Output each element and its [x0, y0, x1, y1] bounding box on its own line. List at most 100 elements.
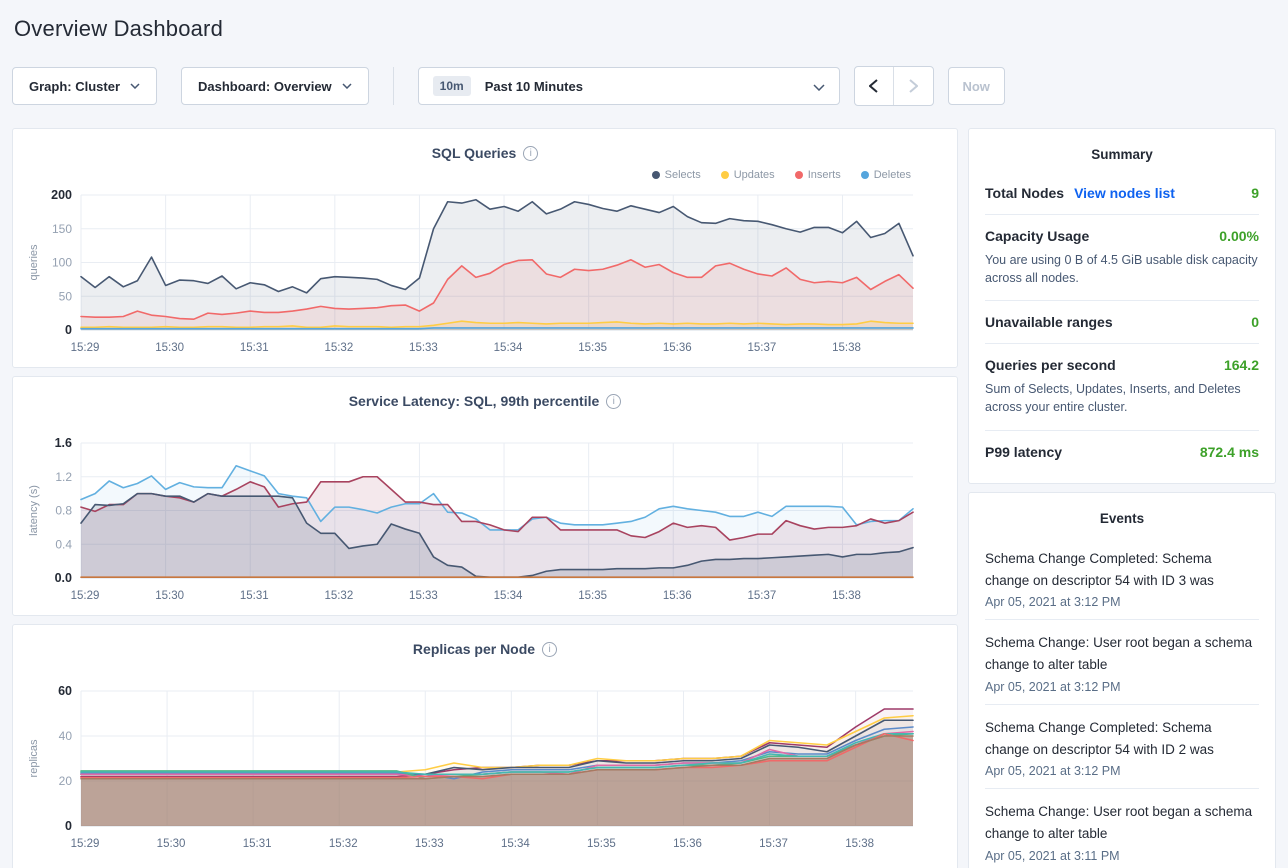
svg-text:15:34: 15:34	[501, 838, 530, 850]
event-item: Schema Change Completed: Schema change o…	[985, 536, 1259, 620]
dashboard-dropdown-label: Dashboard: Overview	[198, 79, 332, 94]
legend-item[interactable]: Selects	[652, 169, 701, 181]
event-timestamp: Apr 05, 2021 at 3:12 PM	[985, 764, 1259, 778]
chevron-down-icon	[130, 83, 140, 89]
svg-text:15:35: 15:35	[578, 590, 607, 602]
svg-text:15:32: 15:32	[324, 342, 353, 354]
legend-dot-icon	[795, 171, 803, 179]
svg-text:15:36: 15:36	[673, 838, 702, 850]
legend-label: Updates	[734, 169, 775, 181]
chart-title: SQL Queries	[432, 145, 517, 161]
info-icon[interactable]: i	[523, 146, 538, 161]
summary-row-value: 164.2	[1224, 357, 1259, 373]
svg-text:15:31: 15:31	[243, 838, 272, 850]
chart-title: Replicas per Node	[413, 641, 535, 657]
overview-dashboard-page: Overview Dashboard Graph: Cluster Dashbo…	[0, 0, 1288, 868]
service-latency-plot[interactable]: 0.00.40.81.21.615:2915:3015:3115:3215:33…	[23, 433, 935, 611]
graph-dropdown-label: Graph: Cluster	[29, 79, 120, 94]
svg-text:15:36: 15:36	[663, 590, 692, 602]
svg-text:20: 20	[59, 774, 73, 788]
svg-text:150: 150	[52, 222, 72, 236]
svg-text:15:31: 15:31	[240, 590, 269, 602]
toolbar: Graph: Cluster Dashboard: Overview 10m P…	[12, 66, 1276, 106]
time-range-badge: 10m	[433, 76, 471, 96]
chevron-down-icon	[813, 84, 825, 91]
summary-row: P99 latency872.4 ms	[985, 430, 1259, 473]
now-button[interactable]: Now	[948, 67, 1005, 105]
svg-text:0: 0	[65, 819, 72, 833]
replicas-per-node-plot[interactable]: 020406015:2915:3015:3115:3215:3315:3415:…	[23, 681, 935, 859]
event-timestamp: Apr 05, 2021 at 3:12 PM	[985, 595, 1259, 609]
svg-text:latency (s): latency (s)	[28, 485, 40, 536]
legend-item[interactable]: Inserts	[795, 169, 841, 181]
svg-text:100: 100	[52, 256, 72, 270]
svg-text:15:34: 15:34	[494, 342, 523, 354]
info-icon[interactable]: i	[542, 642, 557, 657]
svg-text:15:35: 15:35	[578, 342, 607, 354]
legend-item[interactable]: Updates	[721, 169, 775, 181]
charts-column: SQL Queries i Selects Updates Inserts Delet…	[12, 128, 958, 868]
summary-row-value: 0	[1251, 314, 1259, 330]
page-title: Overview Dashboard	[14, 16, 1276, 42]
legend-dot-icon	[721, 171, 729, 179]
view-nodes-list-link[interactable]: View nodes list	[1074, 185, 1175, 201]
svg-text:15:38: 15:38	[832, 590, 861, 602]
summary-row-description: Sum of Selects, Updates, Inserts, and De…	[985, 380, 1259, 416]
svg-text:60: 60	[58, 684, 72, 698]
summary-row-label: Queries per second	[985, 357, 1116, 373]
time-step-buttons	[854, 66, 934, 106]
sql-queries-plot[interactable]: 05010015020015:2915:3015:3115:3215:3315:…	[23, 185, 935, 363]
dashboard-dropdown[interactable]: Dashboard: Overview	[181, 67, 369, 105]
svg-text:15:37: 15:37	[747, 342, 776, 354]
svg-text:1.2: 1.2	[55, 470, 72, 484]
svg-text:15:34: 15:34	[494, 590, 523, 602]
summary-card: Summary Total NodesView nodes list9 Capac…	[968, 128, 1276, 484]
svg-text:40: 40	[59, 729, 73, 743]
svg-text:15:36: 15:36	[663, 342, 692, 354]
summary-row: Total NodesView nodes list9	[985, 172, 1259, 214]
svg-text:replicas: replicas	[28, 739, 40, 777]
svg-text:15:37: 15:37	[759, 838, 788, 850]
graph-dropdown[interactable]: Graph: Cluster	[12, 67, 157, 105]
next-time-button[interactable]	[894, 67, 933, 105]
event-timestamp: Apr 05, 2021 at 3:11 PM	[985, 849, 1259, 863]
svg-text:15:35: 15:35	[587, 838, 616, 850]
svg-text:15:32: 15:32	[324, 590, 353, 602]
summary-row: Unavailable ranges 0	[985, 300, 1259, 343]
chart-legend: Selects Updates Inserts Deletes	[23, 165, 947, 185]
event-message: Schema Change: User root began a schema …	[985, 632, 1259, 677]
svg-text:15:29: 15:29	[71, 838, 100, 850]
summary-row: Queries per second 164.2 Sum of Selects, U…	[985, 343, 1259, 429]
svg-text:0.0: 0.0	[55, 571, 72, 585]
svg-text:15:30: 15:30	[155, 590, 184, 602]
sidebar-column: Summary Total NodesView nodes list9 Capac…	[968, 128, 1276, 868]
svg-text:50: 50	[59, 289, 73, 303]
prev-time-button[interactable]	[855, 67, 894, 105]
chart-title: Service Latency: SQL, 99th percentile	[349, 393, 600, 409]
replicas-per-node-chart-panel: Replicas per Node i 020406015:2915:3015:…	[12, 624, 958, 868]
service-latency-chart-panel: Service Latency: SQL, 99th percentile i …	[12, 376, 958, 616]
legend-label: Deletes	[874, 169, 911, 181]
svg-text:15:29: 15:29	[71, 590, 100, 602]
summary-row-description: You are using 0 B of 4.5 GiB usable disk…	[985, 251, 1259, 287]
svg-text:15:33: 15:33	[409, 342, 438, 354]
svg-text:15:32: 15:32	[329, 838, 358, 850]
svg-text:15:33: 15:33	[409, 590, 438, 602]
info-icon[interactable]: i	[606, 394, 621, 409]
event-item: Schema Change: User root began a schema …	[985, 788, 1259, 868]
svg-text:queries: queries	[28, 244, 40, 281]
legend-label: Selects	[665, 169, 701, 181]
svg-text:0.8: 0.8	[55, 504, 72, 518]
summary-rows: Total NodesView nodes list9 Capacity Usag…	[985, 172, 1259, 473]
summary-row-label: Capacity Usage	[985, 228, 1089, 244]
legend-item[interactable]: Deletes	[861, 169, 911, 181]
time-range-selector[interactable]: 10m Past 10 Minutes	[418, 67, 840, 105]
summary-row-label: Unavailable ranges	[985, 314, 1113, 330]
svg-text:1.6: 1.6	[55, 436, 72, 450]
svg-text:15:30: 15:30	[155, 342, 184, 354]
svg-text:0: 0	[65, 323, 72, 337]
summary-row-value: 0.00%	[1219, 228, 1259, 244]
event-message: Schema Change Completed: Schema change o…	[985, 548, 1259, 593]
summary-title: Summary	[985, 143, 1259, 172]
events-card: Events Schema Change Completed: Schema c…	[968, 492, 1276, 868]
